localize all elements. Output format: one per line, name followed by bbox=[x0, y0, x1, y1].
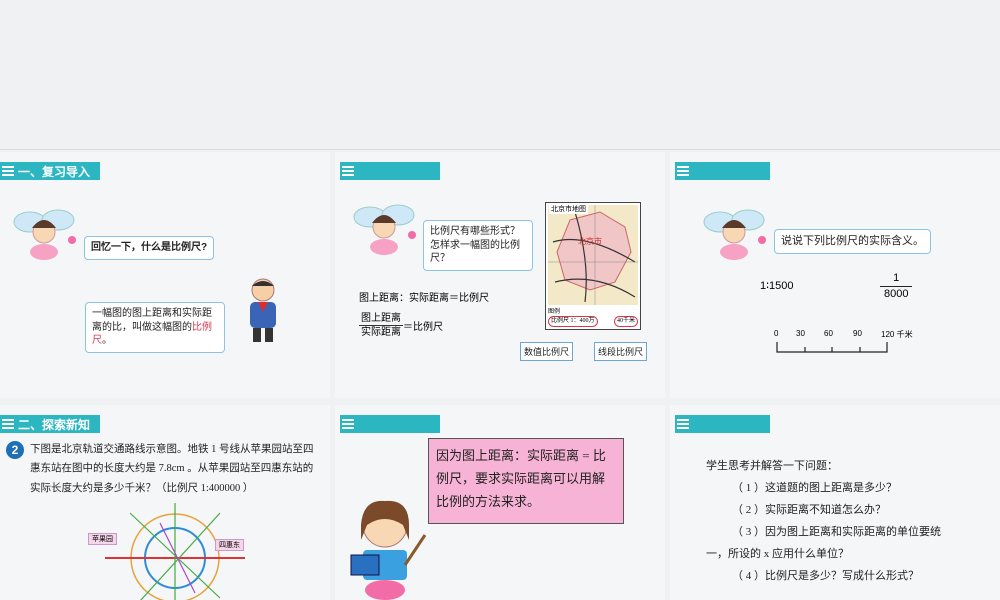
slide-method[interactable]: 因为图上距离：实际距离 = 比例尺，要求实际距离可以用解比例的方法来求。 bbox=[335, 405, 665, 600]
map-city: 北京市 bbox=[578, 237, 602, 246]
explanation-box: 因为图上距离：实际距离 = 比例尺，要求实际距离可以用解比例的方法来求。 bbox=[428, 438, 624, 524]
menu-lines-icon bbox=[677, 166, 689, 176]
slide-review[interactable]: 一、复习导入 回忆一下，什么是比例尺? 一幅图的图上距离和实际距离的比，叫做这幅… bbox=[0, 152, 330, 398]
question-3: （ 3 ）因为图上距离和实际距离的单位要统 bbox=[732, 526, 941, 538]
answer-bubble: 一幅图的图上距离和实际距离的比，叫做这幅图的比例尺。 bbox=[85, 302, 225, 353]
fraction-formula: 图上距离 实际距离 ＝比例尺 bbox=[359, 313, 443, 338]
question-4: （ 4 ）比例尺是多少？写成什么形式？ bbox=[732, 570, 919, 582]
question-bubble: 回忆一下，什么是比例尺? bbox=[84, 236, 215, 260]
map-legend: 图例 比例尺 1：400万 40千米 bbox=[548, 308, 638, 327]
fairy-icon bbox=[13, 209, 76, 260]
station-tag-pingguoyuan: 苹果园 bbox=[88, 533, 117, 545]
menu-lines-icon bbox=[2, 419, 14, 429]
slide-scale-forms[interactable]: 比例尺有哪些形式？ 怎样求一幅图的比例尺？ 图上距离：实际距离＝比例尺 图上距离实… bbox=[335, 152, 665, 398]
section-band: 二、探索新知 bbox=[0, 415, 100, 433]
section-title: 二、探索新知 bbox=[18, 417, 91, 432]
map-title: 北京市地图 bbox=[549, 204, 588, 214]
problem-text: 下图是北京轨道交通路线示意图。地铁 1 号线从苹果园站至四惠东站在图中的长度大约… bbox=[30, 444, 314, 494]
section-band bbox=[340, 415, 440, 433]
questions-intro: 学生思考并解答一下问题： bbox=[706, 460, 838, 472]
problem-number-badge: 2 bbox=[6, 441, 24, 459]
section-title: 一、复习导入 bbox=[18, 164, 91, 179]
question-2: （ 2 ）实际距离不知道怎么办？ bbox=[732, 504, 886, 516]
question-bubble: 比例尺有哪些形式？ 怎样求一幅图的比例尺？ bbox=[423, 220, 533, 271]
line-scale-label: 线段比例尺 bbox=[594, 342, 648, 361]
section-band bbox=[340, 162, 440, 180]
instruction-bubble: 说说下列比例尺的实际含义。 bbox=[774, 229, 931, 254]
question-list: 学生思考并解答一下问题： （ 1 ）这道题的图上距离是多少？ （ 2 ）实际距离… bbox=[706, 455, 996, 587]
slide-explore[interactable]: 二、探索新知 2 下图是北京轨道交通路线示意图。地铁 1 号线从苹果园站至四惠东… bbox=[0, 405, 330, 600]
station-tag-sihuidong: 四惠东 bbox=[215, 539, 244, 551]
fairy-icon bbox=[703, 209, 766, 260]
fairy-icon bbox=[353, 204, 416, 255]
menu-lines-icon bbox=[342, 419, 354, 429]
menu-lines-icon bbox=[342, 166, 354, 176]
boy-icon bbox=[250, 278, 276, 342]
line-scale-bar bbox=[776, 342, 888, 353]
slide-questions[interactable]: 学生思考并解答一下问题： （ 1 ）这道题的图上距离是多少？ （ 2 ）实际距离… bbox=[670, 405, 1000, 600]
ratio-scale: 1∶1500 bbox=[760, 280, 794, 292]
fraction-scale: 1 8000 bbox=[880, 271, 913, 303]
question-1: （ 1 ）这道题的图上距离是多少？ bbox=[732, 482, 897, 494]
blank-slide-area bbox=[0, 0, 1000, 150]
menu-lines-icon bbox=[677, 419, 689, 429]
line-scale-ticks: 0 30 60 90 120 千米 bbox=[774, 329, 913, 339]
section-band bbox=[675, 162, 770, 180]
teacher-girl-icon bbox=[350, 500, 427, 600]
ratio-formula: 图上距离：实际距离＝比例尺 bbox=[359, 293, 489, 304]
section-band: 一、复习导入 bbox=[0, 162, 100, 180]
numeric-scale-label: 数值比例尺 bbox=[520, 342, 574, 361]
section-band bbox=[675, 415, 770, 433]
subway-map bbox=[105, 503, 245, 600]
menu-lines-icon bbox=[2, 166, 14, 176]
slide-scale-meaning[interactable]: 说说下列比例尺的实际含义。 1∶1500 1 8000 0 30 60 90 1… bbox=[670, 152, 1000, 398]
question-3-cont: 一，所设的 x 应用什么单位？ bbox=[706, 548, 849, 560]
